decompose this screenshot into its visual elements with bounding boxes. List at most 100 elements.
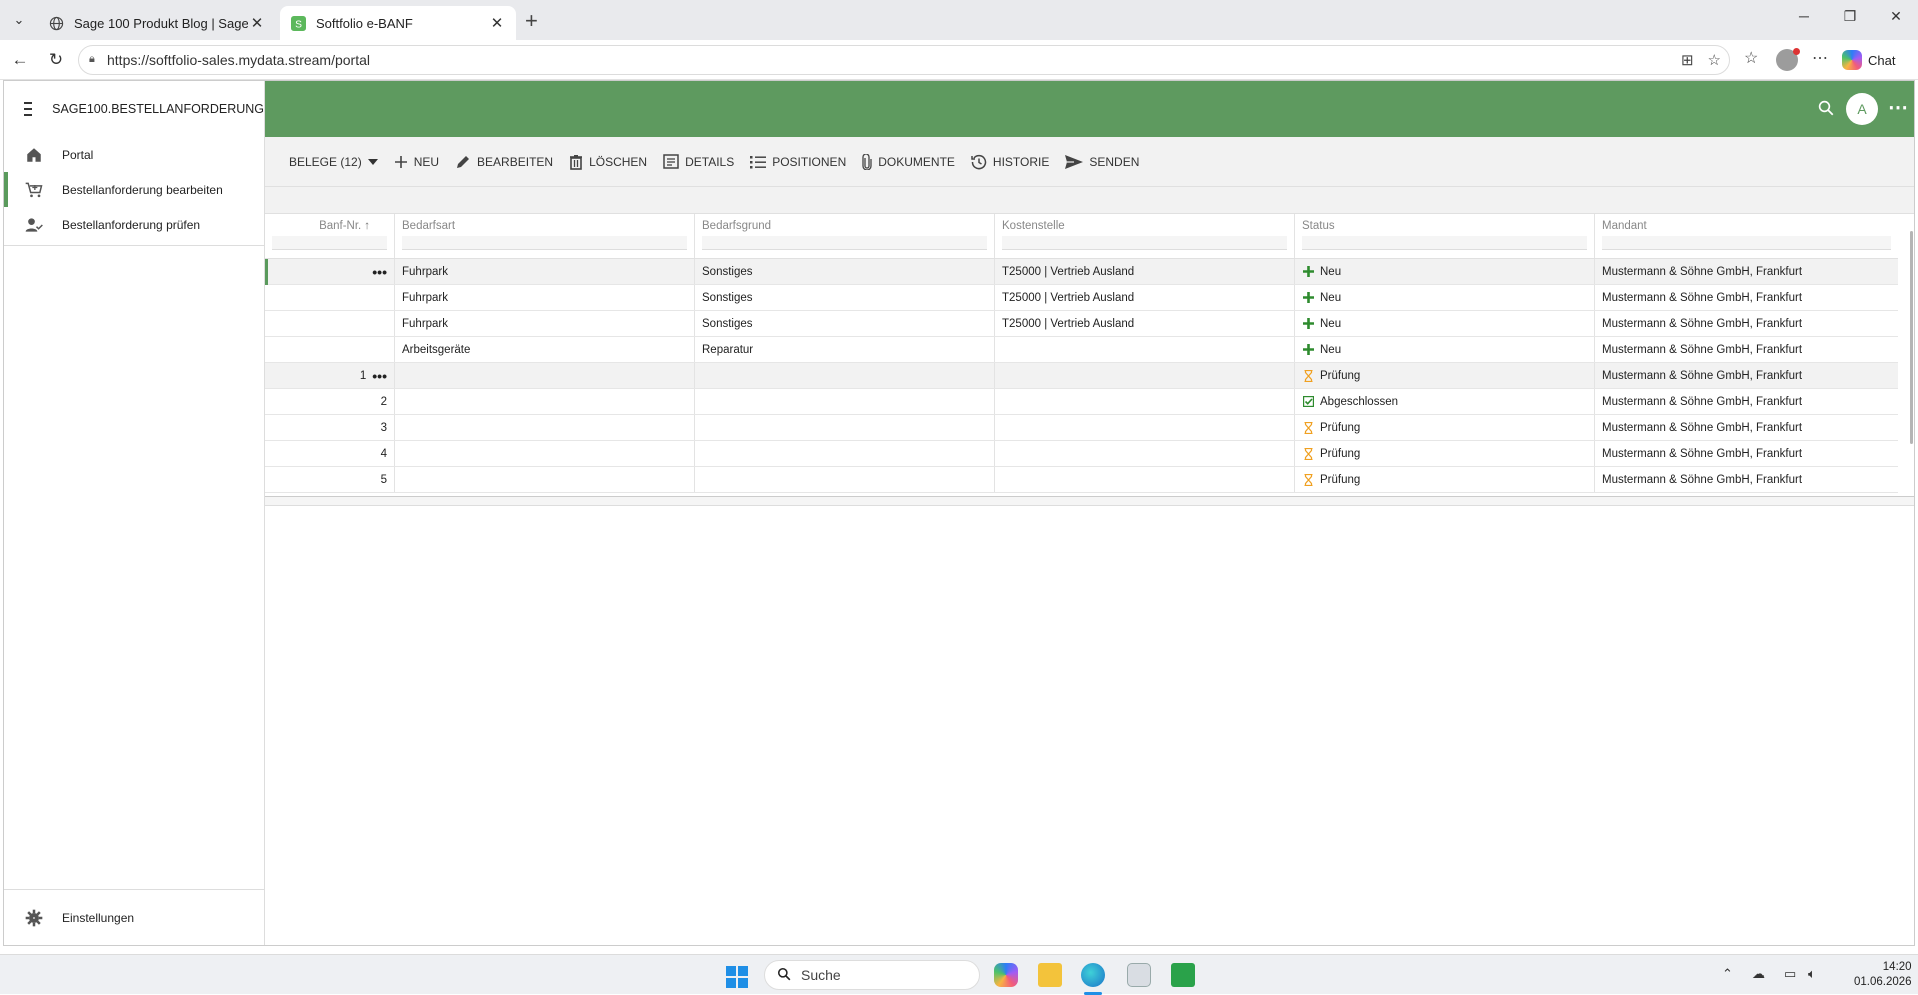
column-header-status[interactable]: Status: [1295, 214, 1595, 258]
cell-bedarfsgrund: Sonstiges: [695, 259, 995, 284]
favorite-star-icon[interactable]: ☆: [1708, 51, 1721, 69]
search-icon[interactable]: [1817, 99, 1835, 122]
softfolio-taskbar-icon[interactable]: [1171, 963, 1195, 987]
taskbar-search-box[interactable]: Suche: [764, 960, 980, 990]
taskbar-clock[interactable]: 14:20 01.06.2026: [1854, 960, 1912, 990]
details-button[interactable]: DETAILS: [655, 144, 742, 180]
table-row[interactable]: 3 Prüfung Mustermann & Söhne GmbH, Frankfu…: [265, 415, 1898, 441]
column-header-banf-nr[interactable]: Banf-Nr. ↑: [265, 214, 395, 258]
table-row[interactable]: ••• Fuhrpark Sonstiges T25000 | Vertrieb Au…: [265, 259, 1898, 285]
network-icon[interactable]: ▭: [1784, 966, 1796, 982]
row-actions-dots-icon[interactable]: •••: [372, 264, 387, 280]
filter-input-status[interactable]: [1302, 236, 1587, 250]
neu-button[interactable]: NEU: [386, 144, 447, 180]
filter-input-banf-nr[interactable]: [272, 236, 387, 250]
table-row[interactable]: 2 Abgeschlossen Mustermann & Söhne GmbH, F…: [265, 389, 1898, 415]
positionen-button[interactable]: POSITIONEN: [742, 144, 854, 180]
plus-status-icon: [1302, 318, 1314, 330]
close-tab-icon[interactable]: ✕: [488, 14, 506, 32]
cell-bedarfsgrund: Sonstiges: [695, 285, 995, 310]
bearbeiten-button[interactable]: BEARBEITEN: [447, 144, 561, 180]
tab-list-chevron-icon[interactable]: ⌄: [6, 8, 32, 32]
column-header-bedarfsart[interactable]: Bedarfsart: [395, 214, 695, 258]
cell-bedarfsart: [395, 415, 695, 440]
softfolio-favicon-icon: S: [290, 15, 306, 31]
tray-chevron-up-icon[interactable]: ⌃: [1722, 966, 1733, 982]
hourglass-icon: [1302, 447, 1314, 460]
clock-time: 14:20: [1882, 961, 1912, 973]
cell-bedarfsart: Fuhrpark: [395, 311, 695, 336]
sidebar-item-label: Bestellanforderung bearbeiten: [62, 182, 223, 197]
browser-toolbar: ← ↻ 🔒︎ https://softfolio-sales.mydata.st…: [0, 40, 1918, 80]
sidebar-item-portal[interactable]: Portal: [4, 137, 264, 172]
restore-icon[interactable]: ❐: [1830, 8, 1870, 25]
browser-tab-softfolio[interactable]: S Softfolio e-BANF ✕: [280, 6, 516, 40]
senden-button[interactable]: SENDEN: [1057, 144, 1147, 180]
cell-status: Neu: [1295, 285, 1595, 310]
sidebar-item-label: Bestellanforderung prüfen: [62, 217, 201, 232]
table-row[interactable]: 5 Prüfung Mustermann & Söhne GmbH, Frankfu…: [265, 467, 1898, 493]
column-header-mandant[interactable]: Mandant: [1595, 214, 1898, 258]
dokumente-button[interactable]: DOKUMENTE: [854, 144, 963, 180]
row-actions-dots-icon[interactable]: •••: [372, 368, 387, 384]
table-row[interactable]: 1 ••• Prüfung Mustermann & Söhne GmbH, Fran…: [265, 363, 1898, 389]
back-arrow-icon[interactable]: ←: [8, 48, 32, 72]
new-tab-plus-icon[interactable]: +: [525, 8, 538, 34]
historie-button[interactable]: HISTORIE: [963, 144, 1057, 180]
grid-horizontal-scrollbar[interactable]: [265, 496, 1914, 506]
cell-bedarfsgrund: [695, 363, 995, 388]
column-header-bedarfsgrund[interactable]: Bedarfsgrund: [695, 214, 995, 258]
user-avatar[interactable]: A: [1846, 93, 1878, 125]
loeschen-button[interactable]: LÖSCHEN: [561, 144, 655, 180]
windows-taskbar: Suche ⌃ ☁ ▭ 🔈︎ 14:20 01.06.2026: [0, 954, 1918, 995]
belege-dropdown-button[interactable]: BELEGE (12): [281, 144, 386, 180]
cell-kostenstelle: [995, 389, 1295, 414]
cloud-offline-icon[interactable]: ☁: [1752, 966, 1765, 982]
edge-browser-icon[interactable]: [1081, 963, 1105, 987]
filter-input-kostenstelle[interactable]: [1002, 236, 1287, 250]
cart-icon: [24, 180, 44, 200]
windows-start-icon[interactable]: [726, 966, 748, 988]
hamburger-menu-icon[interactable]: [24, 98, 33, 120]
cell-status: Prüfung: [1295, 363, 1595, 388]
user-check-icon: [24, 215, 44, 235]
browser-tab-sage-blog[interactable]: Sage 100 Produkt Blog | Sage Inpro ✕: [38, 6, 276, 40]
cell-kostenstelle: T25000 | Vertrieb Ausland: [995, 311, 1295, 336]
app-available-icon[interactable]: ⊞: [1681, 51, 1694, 69]
cell-banf-nr: 1 •••: [265, 363, 395, 388]
grid-vertical-scrollbar[interactable]: [1910, 231, 1913, 444]
profile-avatar[interactable]: [1776, 48, 1800, 71]
reload-icon[interactable]: ↻: [44, 48, 68, 72]
window-close-icon[interactable]: ✕: [1876, 8, 1916, 25]
sort-arrow-up-icon: ↑: [364, 220, 370, 232]
history-icon: [971, 154, 987, 169]
table-row[interactable]: Fuhrpark Sonstiges T25000 | Vertrieb Ausla…: [265, 285, 1898, 311]
sidebar-item-einstellungen[interactable]: Einstellungen: [4, 890, 264, 946]
sidebar-item-bestellanforderung-pruefen[interactable]: Bestellanforderung prüfen: [4, 207, 264, 242]
cell-bedarfsart: Fuhrpark: [395, 259, 695, 284]
copilot-chat-button[interactable]: Chat: [1842, 48, 1895, 72]
table-row[interactable]: Fuhrpark Sonstiges T25000 | Vertrieb Ausla…: [265, 311, 1898, 337]
filter-input-bedarfsart[interactable]: [402, 236, 687, 250]
more-options-icon[interactable]: ⋯: [1888, 95, 1908, 120]
column-header-kostenstelle[interactable]: Kostenstelle: [995, 214, 1295, 258]
grid-body: ••• Fuhrpark Sonstiges T25000 | Vertrieb Au…: [265, 259, 1898, 493]
file-explorer-icon[interactable]: [1038, 963, 1062, 987]
table-row[interactable]: 4 Prüfung Mustermann & Söhne GmbH, Frankfu…: [265, 441, 1898, 467]
sidebar-item-bestellanforderung-bearbeiten[interactable]: Bestellanforderung bearbeiten: [4, 172, 264, 207]
plus-icon: [394, 155, 407, 168]
close-tab-icon[interactable]: ✕: [248, 14, 266, 32]
file-app-icon[interactable]: [1127, 963, 1151, 987]
favorites-list-icon[interactable]: ☆: [1744, 48, 1758, 68]
address-bar[interactable]: 🔒︎ https://softfolio-sales.mydata.stream…: [78, 45, 1730, 75]
speaker-icon[interactable]: 🔈︎: [1808, 966, 1816, 982]
table-row[interactable]: Arbeitsgeräte Reparatur Neu Mustermann & Sö…: [265, 337, 1898, 363]
filter-input-mandant[interactable]: [1602, 236, 1891, 250]
more-menu-icon[interactable]: ⋯: [1812, 48, 1828, 68]
copilot-taskbar-icon[interactable]: [994, 963, 1018, 987]
filter-input-bedarfsgrund[interactable]: [702, 236, 987, 250]
cell-mandant: Mustermann & Söhne GmbH, Frankfurt: [1602, 447, 1803, 460]
cell-banf-nr: [265, 285, 395, 310]
minimize-icon[interactable]: ─: [1784, 8, 1824, 24]
cell-banf-nr: 2: [265, 389, 395, 414]
